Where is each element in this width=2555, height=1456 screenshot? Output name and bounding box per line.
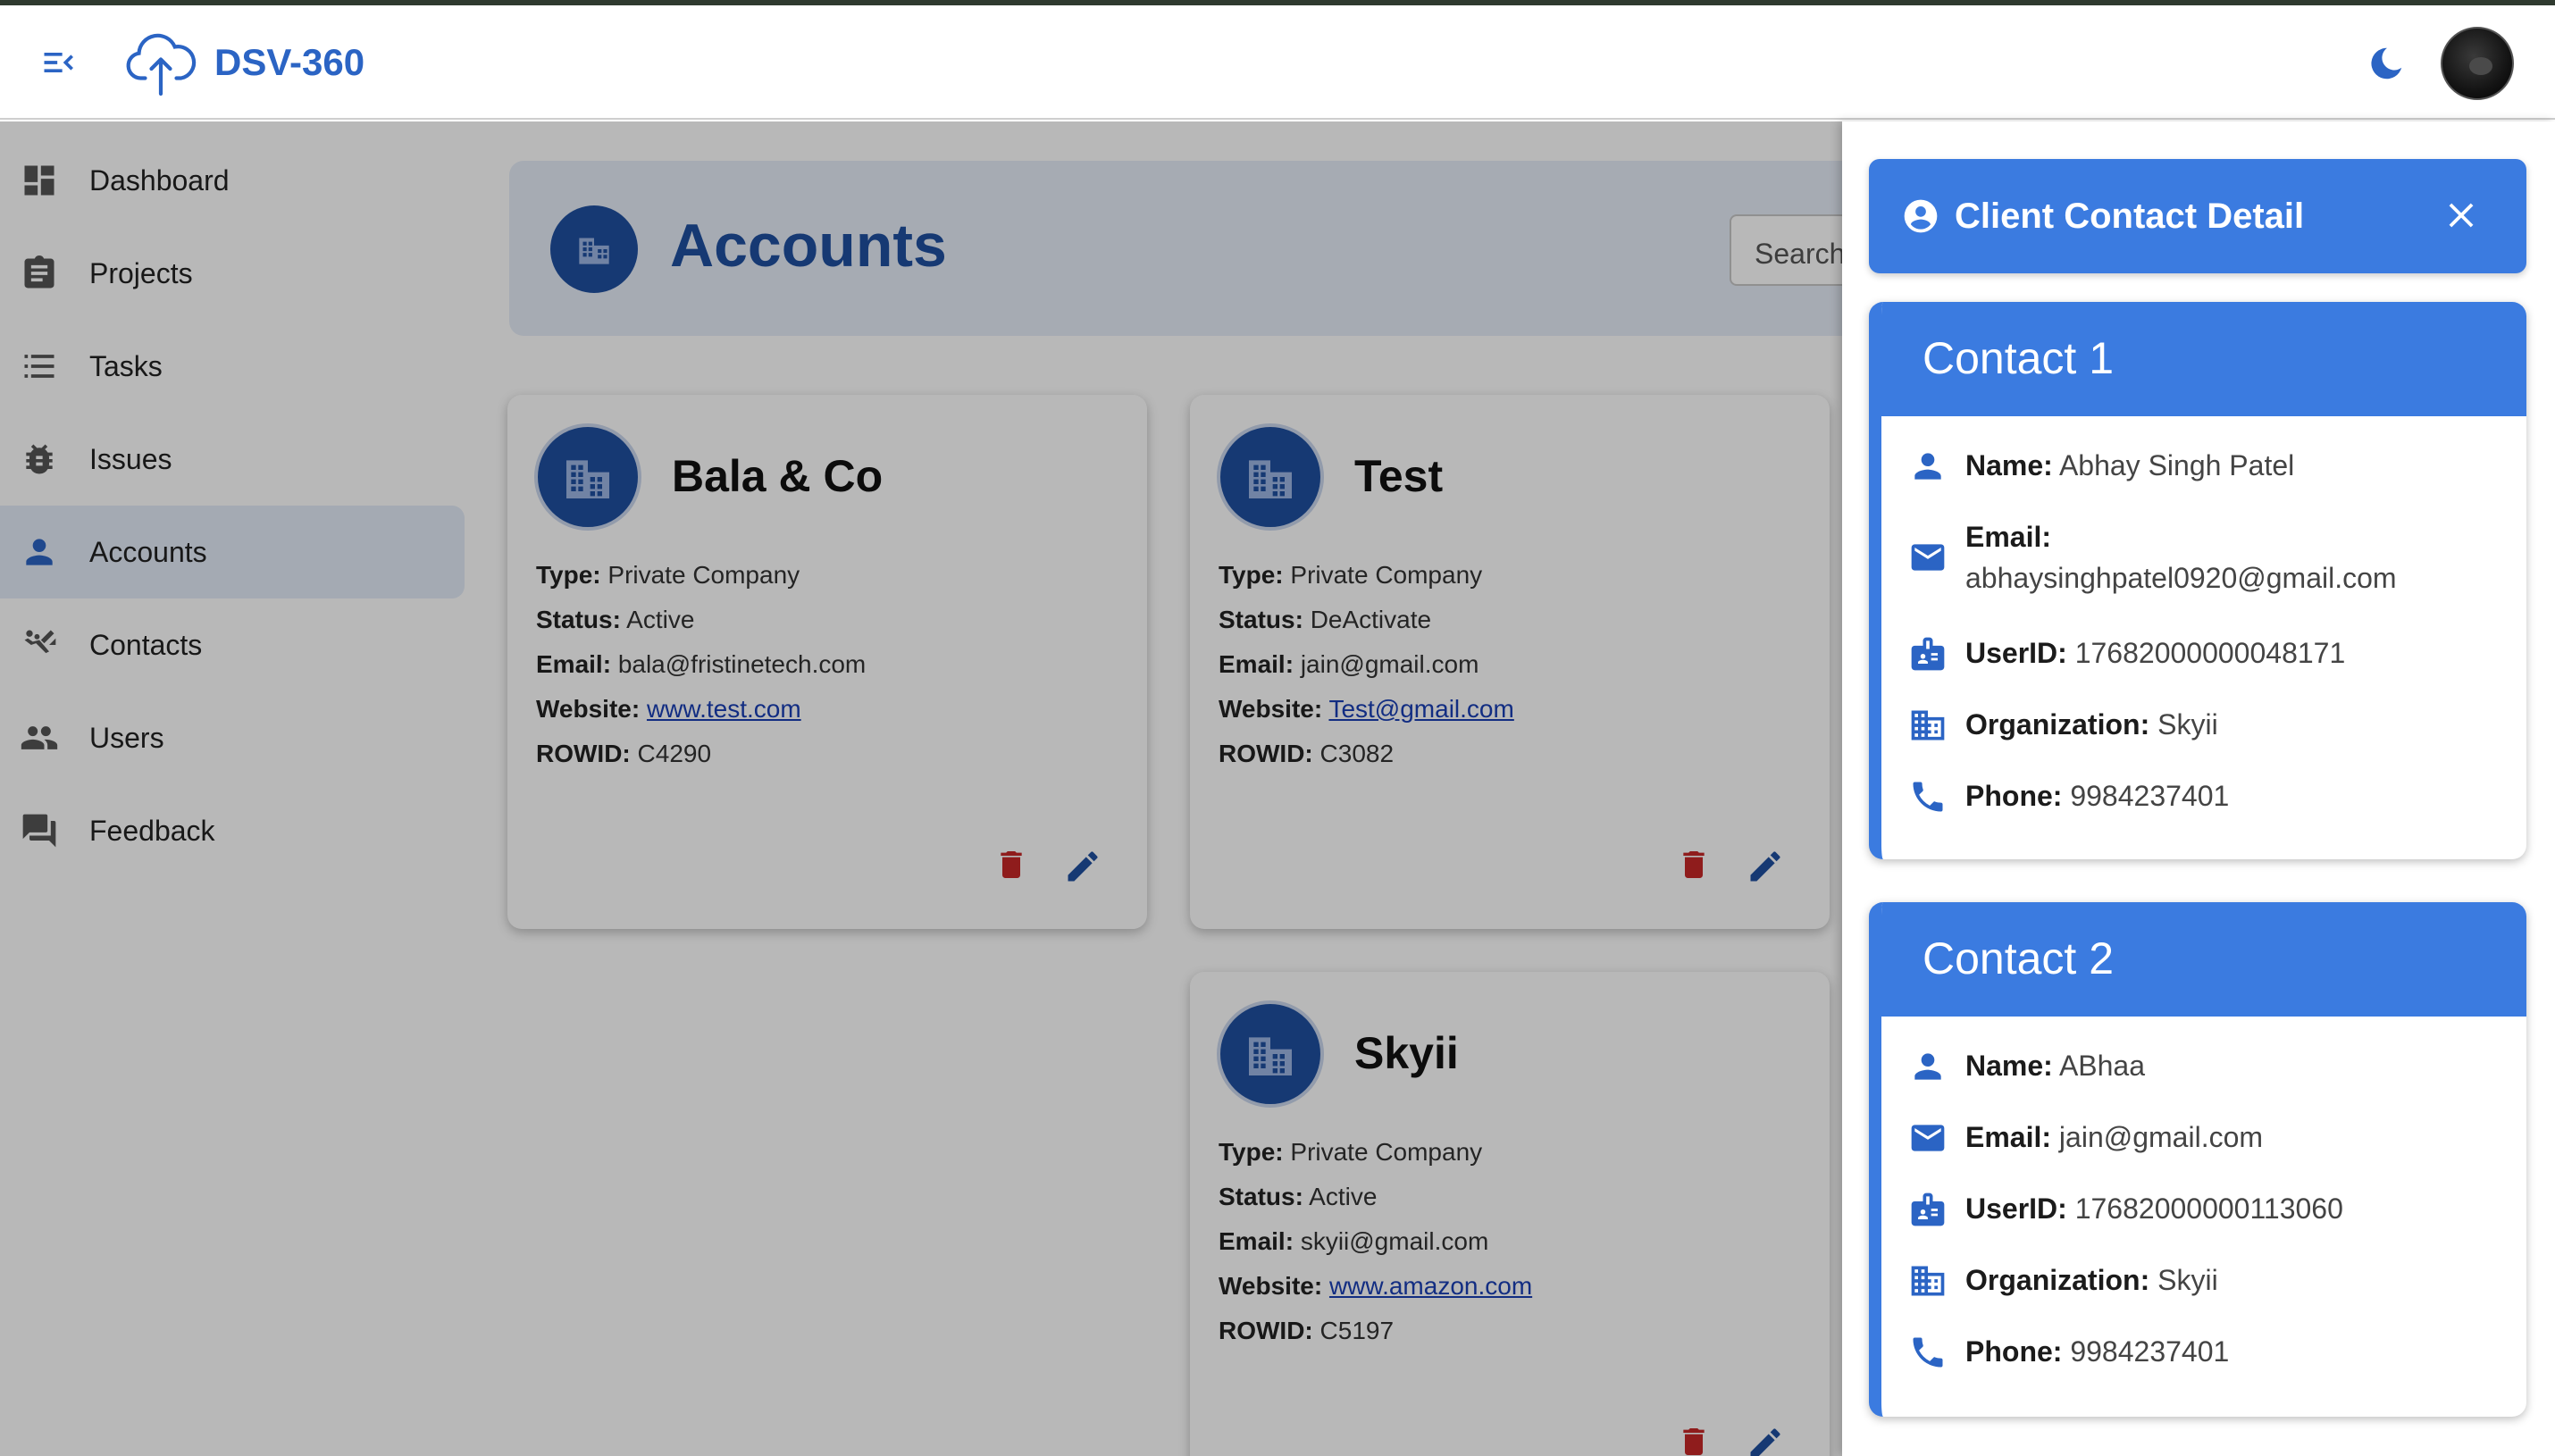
mail-icon [1911, 1125, 1945, 1151]
app-header: DSV-360 [0, 5, 2555, 120]
building-icon [1911, 710, 1945, 741]
drawer-header: Client Contact Detail [1869, 159, 2526, 273]
contact-userid: 17682000000048171 [2074, 637, 2346, 669]
badge-id-icon [1911, 637, 1945, 671]
cloud-upload-logo-icon [126, 33, 197, 96]
person-icon [1914, 1053, 1941, 1080]
contact-name: Abhay Singh Patel [2058, 449, 2295, 481]
phone-icon [1913, 782, 1943, 812]
contact-organization: Skyii [2157, 708, 2218, 741]
contact-card-header: Contact 2 [1881, 902, 2526, 1017]
building-icon [1911, 1266, 1945, 1296]
contact-email[interactable]: jain@gmail.com [2059, 1121, 2263, 1153]
user-avatar[interactable] [2441, 27, 2514, 100]
contact-heading: Contact 1 [1923, 333, 2115, 383]
contact-phone[interactable]: 9984237401 [2070, 780, 2229, 812]
person-icon [1914, 453, 1941, 480]
contact-card: Contact 2 Name: ABhaa Email: jain@gmail.… [1869, 902, 2526, 1417]
contact-name: ABhaa [2058, 1050, 2146, 1082]
contact-userid: 17682000000113060 [2074, 1192, 2343, 1225]
contact-organization: Skyii [2157, 1264, 2218, 1296]
close-icon[interactable] [2441, 195, 2482, 236]
client-contact-drawer: Client Contact Detail Contact 1 Name: Ab… [1842, 121, 2555, 1456]
backdrop-overlay[interactable] [0, 121, 1842, 1456]
dark-mode-moon-icon[interactable] [2366, 43, 2407, 84]
contact-heading: Contact 2 [1923, 933, 2115, 983]
menu-collapse-icon[interactable] [39, 43, 79, 82]
contact-phone[interactable]: 9984237401 [2070, 1335, 2229, 1368]
contact-email[interactable]: abhaysinghpatel0920@gmail.com [1965, 562, 2397, 594]
badge-id-icon [1911, 1192, 1945, 1226]
mail-icon [1911, 544, 1945, 571]
account-circle-icon [1904, 199, 1938, 233]
brand-name[interactable]: DSV-360 [214, 41, 364, 84]
contact-card: Contact 1 Name: Abhay Singh Patel Email:… [1869, 302, 2526, 859]
contact-card-header: Contact 1 [1881, 302, 2526, 416]
drawer-title: Client Contact Detail [1955, 197, 2305, 236]
phone-icon [1913, 1337, 1943, 1368]
